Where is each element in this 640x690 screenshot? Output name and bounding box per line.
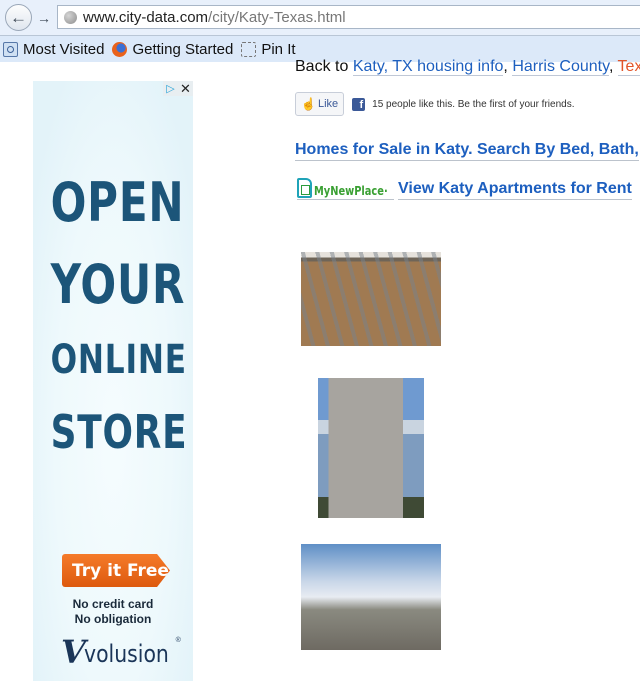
forward-button[interactable]: → [34, 8, 54, 28]
homes-for-sale-link[interactable]: Homes for Sale in Katy. Search By Bed, B… [295, 141, 639, 161]
forward-arrow-icon: → [37, 10, 51, 26]
url-path: /city/Katy-Texas.html [208, 8, 346, 26]
browser-chrome: ← → www.city-data.com/city/Katy-Texas.ht… [0, 0, 640, 62]
ad-headline-word: YOUR [50, 253, 186, 316]
url-text[interactable]: www.city-data.com/city/Katy-Texas.html [83, 9, 346, 26]
bookmark-most-visited[interactable]: Most Visited [3, 41, 104, 58]
mynewplace-logo[interactable]: MyNewPlace· [297, 178, 394, 200]
like-label: Like [317, 98, 339, 110]
house-icon [297, 178, 312, 198]
view-apartments-link[interactable]: View Katy Apartments for Rent [398, 180, 632, 200]
most-visited-icon [3, 42, 18, 57]
close-ad-icon[interactable]: ✕ [178, 81, 193, 96]
url-host: www.city-data.com [83, 8, 209, 26]
ad-headline-word: STORE [50, 405, 188, 459]
volusion-logo: V volusion ® [61, 633, 181, 671]
thumbs-up-icon: ☝ [301, 97, 316, 111]
link-texas[interactable]: Texas [617, 58, 640, 76]
mynewplace-label: MyNewPlace [314, 184, 384, 198]
ad-note: No obligation [74, 612, 152, 626]
ad-note: No credit card [72, 597, 154, 611]
facebook-like-widget: ☝ Like f 15 people like this. Be the fir… [295, 92, 574, 116]
bookmark-label: Getting Started [132, 41, 234, 58]
navigation-bar: ← → www.city-data.com/city/Katy-Texas.ht… [0, 0, 640, 36]
volusion-mark-icon: V [61, 633, 86, 671]
try-it-free-button[interactable]: Try it Free [62, 554, 170, 587]
ad-headline-word: ONLINE [50, 337, 187, 383]
volusion-wordmark: volusion [83, 640, 169, 668]
terracotta-army-photo[interactable] [301, 252, 441, 346]
firefox-icon [112, 42, 128, 57]
bookmark-getting-started[interactable]: Getting Started [112, 41, 233, 58]
mynewplace-wordmark: MyNewPlace· [314, 184, 388, 198]
address-bar[interactable]: www.city-data.com/city/Katy-Texas.html [57, 5, 640, 29]
facebook-like-button[interactable]: ☝ Like [295, 92, 345, 116]
link-katy-housing[interactable]: Katy, TX housing info [352, 58, 504, 76]
bookmark-label: Most Visited [23, 41, 105, 58]
ad-headline-word: OPEN [50, 171, 185, 234]
facebook-like-count-text: 15 people like this. Be the first of you… [372, 98, 575, 110]
grain-elevator-photo[interactable] [318, 378, 424, 518]
railroad-tracks-photo[interactable] [301, 544, 441, 650]
bookmark-label: Pin It [261, 41, 296, 58]
bookmark-pin-it[interactable]: Pin It [241, 41, 296, 58]
link-harris-county[interactable]: Harris County [512, 58, 609, 76]
volusion-ad-banner[interactable]: ▷ ✕ OPEN YOUR ONLINE STORE Try it Free N… [33, 81, 193, 681]
globe-icon [64, 10, 77, 24]
back-arrow-icon: ← [10, 7, 27, 27]
separator: , [503, 58, 513, 75]
back-button[interactable]: ← [5, 4, 32, 31]
pin-it-icon [241, 42, 257, 57]
separator: , [608, 58, 618, 75]
back-to-breadcrumb: Back to Katy, TX housing info, Harris Co… [295, 58, 640, 76]
facebook-icon: f [352, 97, 366, 111]
back-to-label: Back to [295, 58, 353, 75]
registered-mark: ® [175, 637, 181, 644]
mynewplace-row: MyNewPlace· View Katy Apartments for Ren… [297, 178, 632, 200]
trademark-mark: · [383, 184, 388, 198]
adchoices-icon[interactable]: ▷ [163, 81, 178, 96]
